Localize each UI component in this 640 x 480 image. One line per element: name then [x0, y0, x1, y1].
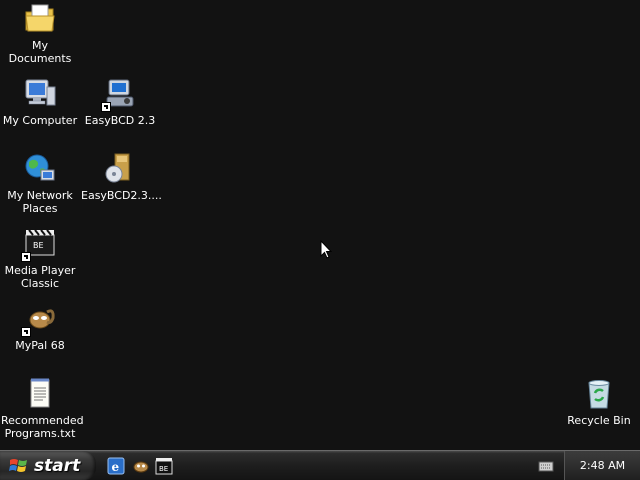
desktop-icon-label: MyPal 68	[15, 339, 65, 352]
shortcut-arrow-icon	[21, 327, 31, 337]
start-button[interactable]: start	[0, 451, 96, 480]
desktop-icon-recommended-programs[interactable]: Recommended Programs.txt	[0, 377, 84, 440]
desktop-icon-label: EasyBCD2.3....	[81, 189, 162, 202]
shortcut-arrow-icon	[101, 102, 111, 112]
svg-text:BE: BE	[159, 465, 168, 473]
start-label: start	[34, 455, 81, 476]
internet-explorer-icon[interactable]: e	[107, 457, 125, 475]
desktop-icon-my-documents[interactable]: My Documents	[0, 2, 80, 65]
mypal-icon[interactable]	[132, 457, 150, 475]
media-player-classic-icon: BE	[21, 227, 57, 262]
desktop-icon-mypal[interactable]: MyPal 68	[0, 302, 80, 352]
mypal-icon	[21, 302, 57, 337]
my-computer-icon	[23, 77, 57, 111]
recycle-bin-icon	[582, 377, 616, 411]
svg-text:BE: BE	[33, 241, 44, 250]
system-tray: 2:48 AM	[564, 451, 640, 480]
desktop-icon-label: Media Player Classic	[4, 264, 76, 290]
svg-text:e: e	[112, 460, 120, 474]
desktop-icon-label: My Documents	[8, 39, 72, 65]
my-documents-icon	[23, 2, 57, 36]
desktop: My Documents My Computer EasyBCD 2.3 My …	[0, 0, 640, 450]
desktop-icon-my-network-places[interactable]: My Network Places	[0, 152, 80, 215]
text-file-icon	[23, 377, 57, 411]
mouse-cursor-icon	[320, 240, 332, 259]
my-network-places-icon	[23, 152, 57, 186]
desktop-icon-easybcd[interactable]: EasyBCD 2.3	[80, 77, 160, 127]
desktop-icon-media-player-classic[interactable]: BE Media Player Classic	[0, 227, 80, 290]
desktop-icon-label: Recommended Programs.txt	[1, 414, 84, 440]
keyboard-icon[interactable]	[538, 459, 554, 473]
taskbar: start e BE 2:48 AM	[0, 450, 640, 480]
media-player-classic-icon[interactable]: BE	[155, 457, 173, 475]
desktop-icon-recycle-bin[interactable]: Recycle Bin	[559, 377, 639, 427]
shortcut-arrow-icon	[21, 252, 31, 262]
windows-logo-icon	[9, 458, 27, 472]
desktop-icon-easybcd-installer[interactable]: EasyBCD2.3....	[80, 152, 162, 202]
desktop-icon-label: My Computer	[2, 114, 78, 127]
clock[interactable]: 2:48 AM	[580, 459, 625, 472]
desktop-icon-label: My Network Places	[7, 189, 73, 215]
desktop-icon-label: EasyBCD 2.3	[84, 114, 156, 127]
easybcd-installer-icon	[103, 152, 137, 186]
desktop-icon-my-computer[interactable]: My Computer	[0, 77, 80, 127]
desktop-icon-label: Recycle Bin	[567, 414, 631, 427]
easybcd-icon	[101, 77, 137, 112]
